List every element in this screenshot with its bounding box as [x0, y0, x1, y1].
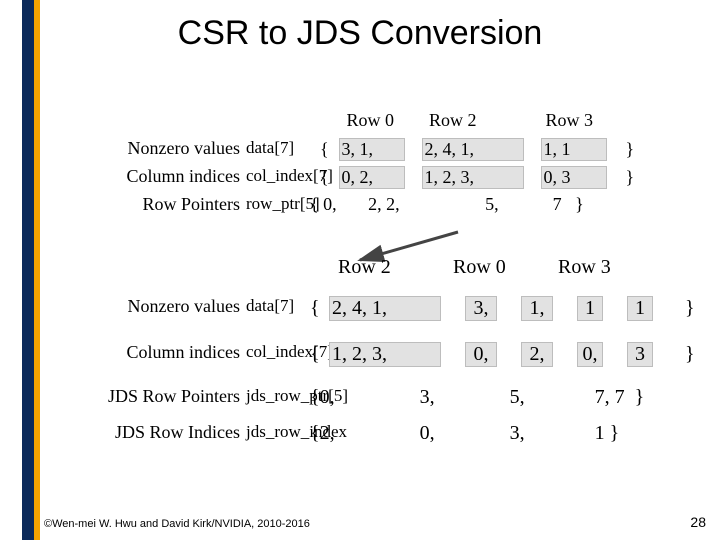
csr-data-row2: 2, 4, 1,: [422, 138, 524, 161]
csr-col-row0: 0, 2,: [339, 166, 405, 189]
csr-colindex-row: { 0, 2, 1, 2, 3, 0, 3 }: [320, 166, 708, 189]
csr-header-row3: Row 3: [546, 110, 594, 131]
jds-header-row: Row 2 Row 0 Row 3: [338, 256, 611, 279]
jds-data-row2: 2, 4, 1,: [329, 296, 441, 321]
csr-header-row2: Row 2: [429, 110, 541, 131]
jds-col-row2: 1, 2, 3,: [329, 342, 441, 367]
label-row-pointers: Row Pointers: [50, 194, 240, 215]
jds-col-r0a: 0,: [465, 342, 497, 367]
csr-header-row: Row 0 Row 2 Row 3: [320, 110, 708, 131]
jds-data-r3a: 1: [577, 296, 603, 321]
jds-header-row3: Row 3: [558, 256, 611, 279]
jds-col-r0b: 2,: [521, 342, 553, 367]
csr-data-row: { 3, 1, 2, 4, 1, 1, 1 }: [320, 138, 708, 161]
jds-data-r0a: 3,: [465, 296, 497, 321]
slide-title: CSR to JDS Conversion: [0, 14, 720, 53]
jds-col-r3b: 3: [627, 342, 653, 367]
jds-col-r3a: 0,: [577, 342, 603, 367]
stripe-gold: [34, 0, 40, 540]
csr-data-row3: 1, 1: [541, 138, 607, 161]
csr-data-row0: 3, 1,: [339, 138, 405, 161]
csr-header-row0: Row 0: [347, 110, 425, 131]
stripe-navy: [22, 0, 34, 540]
label-nonzero-values: Nonzero values: [50, 138, 240, 159]
jds-data-r3b: 1: [627, 296, 653, 321]
copyright-footer: ©Wen-mei W. Hwu and David Kirk/NVIDIA, 2…: [44, 518, 310, 530]
jds-header-row0: Row 0: [453, 256, 553, 279]
csr-rowptr-row: { 0, 2, 2, 5, 7 }: [310, 194, 708, 215]
jds-data-r0b: 1,: [521, 296, 553, 321]
label-column-indices: Column indices: [50, 166, 240, 187]
csr-col-row3: 0, 3: [541, 166, 607, 189]
csr-col-row2: 1, 2, 3,: [422, 166, 524, 189]
slide-number: 28: [690, 514, 706, 530]
jds-header-row2: Row 2: [338, 256, 448, 279]
